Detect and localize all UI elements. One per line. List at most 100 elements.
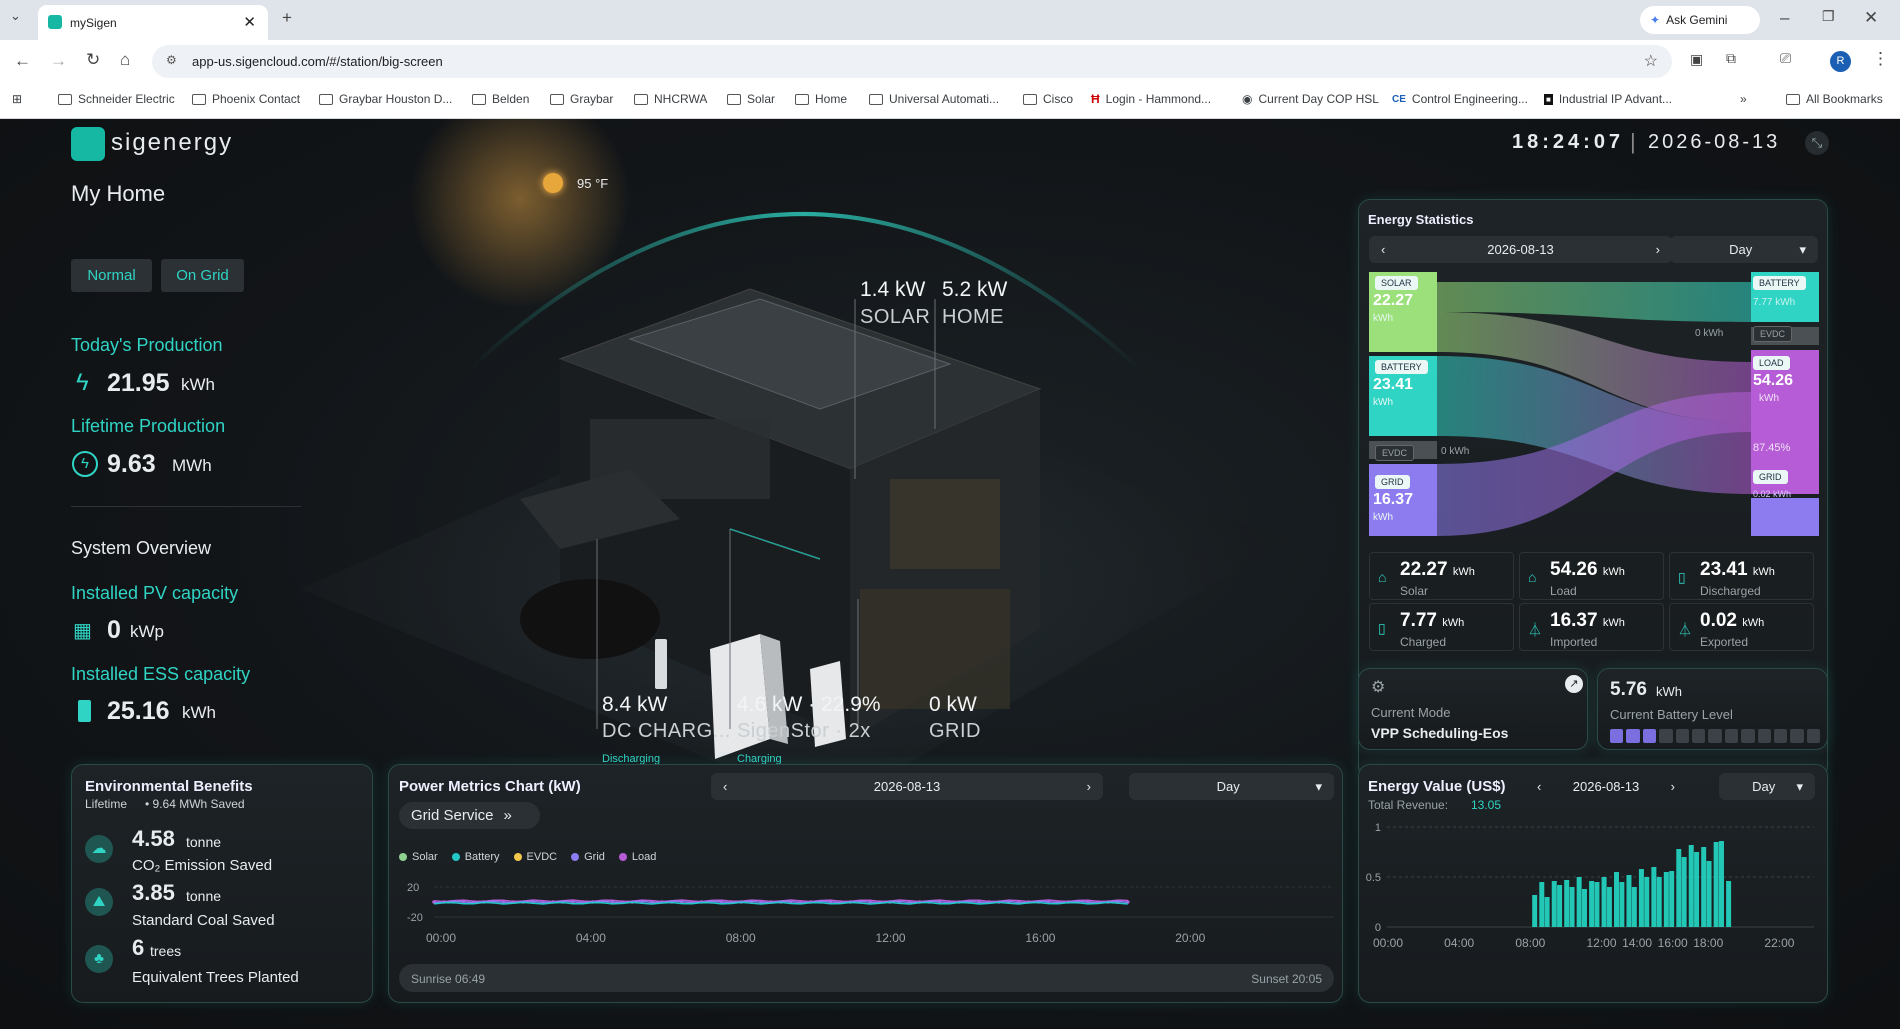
y-tick-label: 0.5 [1366,872,1381,884]
value-bar [1638,869,1644,927]
close-tab-icon[interactable]: ✕ [243,13,256,31]
new-tab-icon[interactable]: + [282,8,292,28]
value-bar [1619,882,1625,927]
ess-capacity-label: Installed ESS capacity [71,664,251,684]
close-window-icon[interactable]: ✕ [1864,8,1878,28]
bookmark-label: Schneider Electric [78,92,175,106]
bookmark-label: Login - Hammond... [1105,92,1212,106]
forward-icon[interactable]: → [50,51,67,71]
bookmark-item[interactable]: Graybar Houston D... [319,92,452,106]
current-mode-panel[interactable]: ⚙ ↗ Current Mode VPP Scheduling-Eos [1358,668,1588,750]
iia-logo-icon: ■ [1544,93,1553,105]
legend-swatch [618,853,627,861]
stat-unit: kWh [1742,617,1765,629]
folder-icon [1023,93,1037,105]
value-bar [1688,845,1694,927]
pv-capacity-unit: kWp [130,622,164,641]
value-bar [1713,842,1719,927]
grid-power-label: GRID [929,720,981,742]
minimize-icon[interactable]: – [1780,8,1789,28]
open-external-icon[interactable]: ↗ [1565,675,1583,693]
pv-capacity-label: Installed PV capacity [71,583,239,603]
restore-icon[interactable]: ❐ [1822,8,1835,25]
legend-item[interactable]: Load [618,851,656,863]
battery-level-unit: kWh [1656,684,1682,699]
reload-icon[interactable]: ↻ [86,50,100,70]
exit-fullscreen-icon[interactable]: ⤡ [1805,131,1829,155]
apps-grid-icon[interactable]: ⊞ [12,92,22,106]
bookmark-item[interactable]: NHCRWA [634,92,707,106]
bookmark-item[interactable]: Universal Automati... [869,92,999,106]
folder-icon [58,93,72,105]
cast-icon[interactable]: ⎚ [1780,50,1791,67]
env-co2-unit: tonne [186,834,222,850]
bookmark-star-icon[interactable]: ☆ [1644,51,1658,71]
more-bookmarks-icon[interactable]: » [1740,92,1747,106]
url-field[interactable]: ⚙ app-us.sigencloud.com/#/station/big-sc… [152,45,1672,78]
extensions-icon[interactable]: ▣ [1690,51,1703,68]
bookmark-item[interactable]: Schneider Electric [58,92,175,106]
puzzle-icon[interactable]: ⧉ [1726,50,1736,67]
x-tick-label: 04:00 [576,931,606,945]
value-bar [1644,877,1650,927]
bookmark-item[interactable]: Cisco [1023,92,1073,106]
today-production-label: Today's Production [71,335,223,355]
next-date-icon[interactable]: › [1087,779,1091,794]
sankey-battery-tag: BATTERY [1375,360,1428,374]
bookmark-item[interactable]: CE Control Engineering... [1392,92,1528,106]
browser-tab[interactable]: mySigen ✕ [38,5,268,40]
tab-search-icon[interactable]: ⌄ [10,8,21,24]
next-date-icon[interactable]: › [1656,242,1660,257]
back-icon[interactable]: ← [14,51,31,71]
battery-icon: ▯ [1678,569,1686,585]
value-period-select[interactable]: Day ▾ [1719,773,1815,800]
ask-gemini-button[interactable]: ✦ Ask Gemini [1640,6,1760,34]
value-bar [1726,881,1732,927]
browser-tab-bar: ⌄ mySigen ✕ + ✦ Ask Gemini – ❐ ✕ [0,0,1900,40]
bookmark-item[interactable]: Belden [472,92,529,106]
prev-date-icon[interactable]: ‹ [723,779,727,794]
weather-temp: 95 °F [577,176,609,191]
battery-segment [1691,729,1706,743]
legend-item[interactable]: EVDC [513,851,557,863]
sankey-load-tag: LOAD [1753,356,1790,370]
sankey-battery-unit: kWh [1373,397,1393,408]
menu-dots-icon[interactable]: ⋮ [1872,49,1889,69]
coal-icon: ⛰ [85,888,113,916]
bookmark-label: NHCRWA [654,92,708,106]
env-title: Environmental Benefits [85,778,253,795]
legend-swatch [399,853,407,861]
power-date-picker[interactable]: ‹ 2026-08-13 › [711,773,1103,800]
next-date-icon[interactable]: › [1671,779,1675,794]
profile-avatar[interactable]: R [1830,51,1851,72]
home-power-label: HOME [942,306,1004,328]
bookmark-item[interactable]: Phoenix Contact [192,92,300,106]
bookmark-item[interactable]: Home [795,92,847,106]
stats-period-select[interactable]: Day ▾ [1670,236,1818,263]
stats-date-picker[interactable]: ‹ 2026-08-13 › [1369,236,1672,263]
power-period-select[interactable]: Day ▾ [1129,773,1334,800]
all-bookmarks[interactable]: All Bookmarks [1786,92,1883,106]
legend-item[interactable]: Battery [451,851,500,863]
prev-date-icon[interactable]: ‹ [1381,242,1385,257]
site-info-icon[interactable]: ⚙ [166,53,177,67]
status-badge-normal: Normal [71,259,152,292]
bookmark-item[interactable]: ◉ Current Day COP HSL [1242,92,1379,106]
lightning-icon: ϟ [76,369,89,396]
legend-item[interactable]: Solar [399,851,438,863]
bookmark-item[interactable]: Solar [727,92,775,106]
prev-date-icon[interactable]: ‹ [1537,779,1541,794]
grid-service-button[interactable]: Grid Service » [399,802,540,829]
bookmark-item[interactable]: Graybar [550,92,613,106]
battery-level-bar [1610,729,1821,743]
chevron-down-icon: ▾ [1315,778,1322,794]
folder-icon [634,93,648,105]
value-bar [1551,881,1557,927]
stat-unit: kWh [1602,566,1625,578]
home-icon[interactable]: ⌂ [120,50,130,70]
value-bar [1631,887,1637,927]
value-date-picker[interactable]: ‹ 2026-08-13 › [1531,773,1681,800]
bookmark-item[interactable]: ■ Industrial IP Advant... [1544,92,1672,106]
bookmark-item[interactable]: Ħ Login - Hammond... [1091,92,1211,106]
legend-item[interactable]: Grid [571,851,605,863]
